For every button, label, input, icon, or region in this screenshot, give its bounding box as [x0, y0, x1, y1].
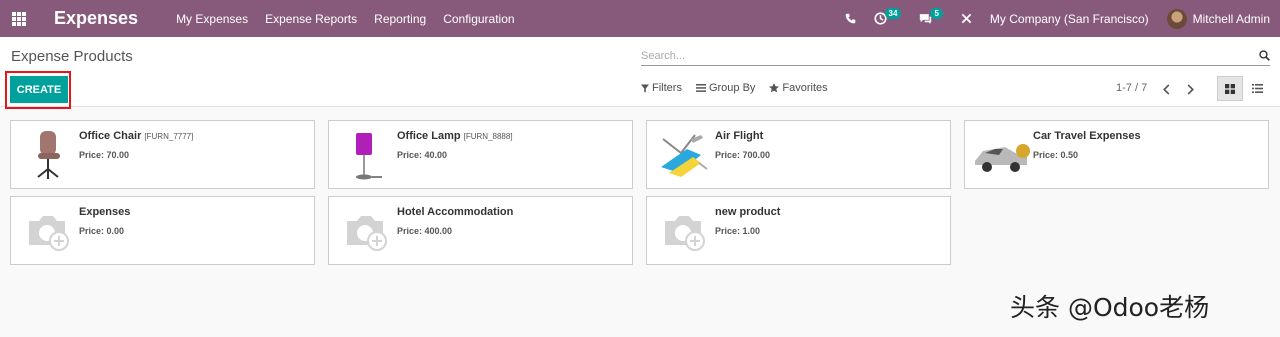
- list-view-icon: [1251, 84, 1263, 93]
- card-price: Price: 1.00: [715, 226, 761, 236]
- card-price: Price: 40.00: [397, 150, 448, 160]
- avatar: [1166, 8, 1187, 29]
- list-view-button[interactable]: [1244, 76, 1270, 101]
- menu-reporting[interactable]: Reporting: [374, 12, 426, 26]
- camera-placeholder-icon: [655, 202, 713, 260]
- kanban-card[interactable]: Office Lamp [FURN_8888] Price: 40.00: [328, 120, 633, 189]
- filters-label: Filters: [652, 82, 682, 94]
- activity-badge: 34: [884, 8, 902, 19]
- card-price: Price: 0.50: [1033, 150, 1079, 160]
- menu-my-expenses[interactable]: My Expenses: [176, 12, 248, 26]
- company-switcher[interactable]: My Company (San Francisco): [990, 12, 1149, 26]
- kanban-card[interactable]: Air Flight Price: 700.00: [646, 120, 951, 189]
- pager-value[interactable]: 1-7 / 7: [1116, 82, 1147, 94]
- grid-icon: [1225, 83, 1235, 94]
- camera-placeholder-icon: [337, 202, 395, 260]
- card-title: Expenses: [79, 206, 131, 218]
- app-title[interactable]: Expenses: [54, 8, 138, 29]
- card-title: new product: [715, 206, 781, 218]
- activity-indicator[interactable]: 34: [873, 8, 902, 25]
- favorites-label: Favorites: [782, 82, 828, 94]
- card-price: Price: 0.00: [79, 226, 125, 236]
- card-price: Price: 400.00: [397, 226, 453, 236]
- filters-button[interactable]: Filters: [641, 82, 682, 94]
- office-lamp-image: [337, 126, 395, 184]
- kanban-card[interactable]: Car Travel Expenses Price: 0.50: [964, 120, 1269, 189]
- card-title: Hotel Accommodation: [397, 206, 514, 218]
- kanban-view-button[interactable]: [1217, 76, 1243, 101]
- car-image: [973, 126, 1031, 184]
- card-price: Price: 700.00: [715, 150, 771, 160]
- watermark-text: 头条 @Odoo老杨: [1010, 293, 1210, 322]
- top-navbar: Expenses My Expenses Expense Reports Rep…: [0, 0, 1280, 37]
- groupby-button[interactable]: Group By: [695, 82, 756, 94]
- search-input[interactable]: [641, 50, 1241, 62]
- list-icon: [695, 84, 706, 92]
- kanban-card[interactable]: new product Price: 1.00: [646, 196, 951, 265]
- favorites-button[interactable]: Favorites: [769, 82, 828, 94]
- search-icon[interactable]: [1259, 48, 1270, 66]
- messages-indicator[interactable]: 5: [919, 8, 943, 25]
- groupby-label: Group By: [708, 82, 756, 94]
- create-button[interactable]: CREATE: [10, 76, 68, 103]
- card-title: Car Travel Expenses: [1033, 130, 1141, 142]
- card-title: Office Chair [FURN_7777]: [79, 130, 194, 142]
- messages-badge: 5: [930, 8, 943, 19]
- air-flight-image: [655, 126, 713, 184]
- filter-icon: [641, 84, 649, 92]
- kanban-card[interactable]: Expenses Price: 0.00: [10, 196, 315, 265]
- page-title: Expense Products: [11, 48, 133, 65]
- search-options: Filters Group By Favorites: [641, 82, 842, 94]
- kanban-card[interactable]: Hotel Accommodation Price: 400.00: [328, 196, 633, 265]
- chevron-right-icon[interactable]: [1186, 82, 1194, 100]
- star-icon: [769, 83, 780, 93]
- office-chair-image: [19, 126, 77, 184]
- camera-placeholder-icon: [19, 202, 77, 260]
- menu-expense-reports[interactable]: Expense Reports: [265, 12, 357, 26]
- systray: 34 5 My Company (San Francisco) Mitchell…: [827, 0, 1270, 37]
- chevron-left-icon[interactable]: [1163, 82, 1171, 100]
- main-menu: My Expenses Expense Reports Reporting Co…: [176, 12, 532, 26]
- card-title: Air Flight: [715, 130, 764, 142]
- menu-configuration[interactable]: Configuration: [443, 12, 514, 26]
- phone-icon[interactable]: [845, 13, 856, 24]
- apps-menu-icon[interactable]: [0, 0, 37, 37]
- card-price: Price: 70.00: [79, 150, 130, 160]
- kanban-card[interactable]: Office Chair [FURN_7777] Price: 70.00: [10, 120, 315, 189]
- debug-tools-icon[interactable]: [961, 13, 972, 24]
- search-bar: [641, 46, 1270, 66]
- user-name: Mitchell Admin: [1192, 11, 1270, 26]
- card-title: Office Lamp [FURN_8888]: [397, 130, 513, 142]
- user-menu[interactable]: Mitchell Admin: [1166, 8, 1270, 29]
